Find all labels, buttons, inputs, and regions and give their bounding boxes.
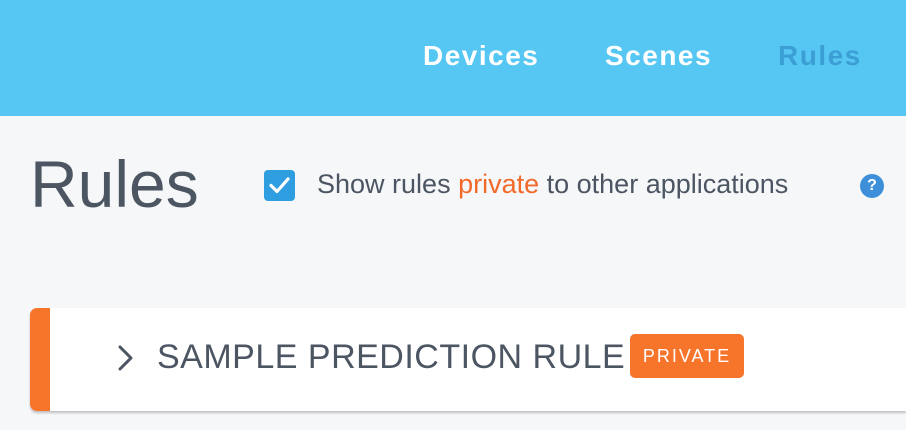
label-private-highlight: private xyxy=(458,169,540,199)
checkmark-icon xyxy=(269,177,290,194)
show-private-rules-checkbox[interactable] xyxy=(264,170,295,201)
page-title: Rules xyxy=(30,147,199,221)
nav-rules-link[interactable]: Rules xyxy=(778,40,862,72)
nav-devices-link[interactable]: Devices xyxy=(423,40,539,72)
rules-page: Devices Scenes Rules Rules Show rules pr… xyxy=(0,0,906,430)
label-before: Show rules xyxy=(317,169,459,199)
nav-scenes-link[interactable]: Scenes xyxy=(605,40,712,72)
rule-private-indicator-stripe xyxy=(30,308,50,411)
rule-item[interactable]: SAMPLE PREDICTION RULE PRIVATE xyxy=(30,308,906,411)
private-badge: PRIVATE xyxy=(630,334,744,378)
top-navigation-bar: Devices Scenes Rules xyxy=(0,0,906,116)
rule-name[interactable]: SAMPLE PREDICTION RULE xyxy=(157,338,625,377)
label-after: to other applications xyxy=(539,169,789,199)
chevron-right-icon[interactable] xyxy=(116,344,136,377)
show-private-rules-label: Show rules private to other applications xyxy=(317,169,788,200)
help-icon[interactable]: ? xyxy=(860,174,884,198)
